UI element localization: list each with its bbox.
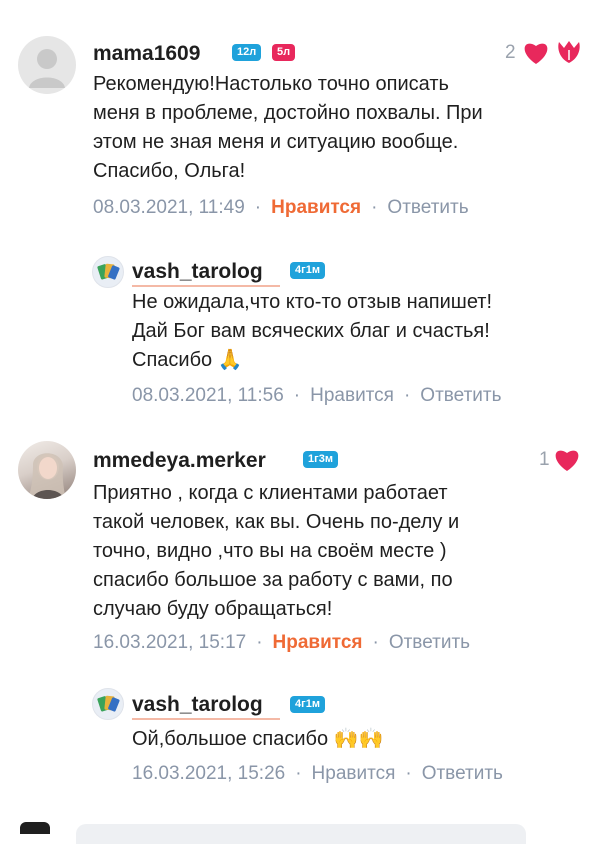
reply-button[interactable]: Ответить [422, 763, 503, 784]
reply-button[interactable]: Ответить [420, 385, 501, 406]
header-cutoff [230, 0, 370, 6]
separator-dot: · [256, 632, 263, 653]
separator-dot: · [372, 632, 379, 653]
separator-dot: · [405, 763, 412, 784]
separator-dot: · [254, 197, 262, 218]
experience-badge: 5л [272, 44, 296, 61]
reply-text: Не ожидала,что кто-то отзыв напишет! Дай… [132, 291, 493, 371]
experience-badge: 4г1м [290, 262, 325, 279]
comment-text: Приятно , когда с клиентами работает так… [93, 482, 460, 620]
reply-date: 08.03.2021, 11:56 [132, 385, 284, 406]
like-button[interactable]: Нравится [273, 632, 363, 653]
separator-dot: · [293, 385, 301, 406]
experience-badge: 12л [232, 44, 262, 61]
reply-username[interactable]: vash_tarolog [132, 693, 263, 717]
separator-dot: · [371, 197, 378, 218]
comment-text: Рекомендую!Настолько точно описать меня … [93, 73, 483, 182]
comment-input-field[interactable] [76, 824, 526, 844]
heart-icon[interactable] [522, 40, 550, 65]
comment-username[interactable]: mmedeya.merker [93, 449, 266, 473]
comment-date: 16.03.2021, 15:17 [93, 632, 247, 653]
like-button[interactable]: Нравится [310, 385, 394, 406]
avatar-tarolog[interactable] [92, 688, 124, 720]
reply-text: Ой,большое спасибо 🙌🙌 [132, 728, 384, 750]
username-underline [132, 285, 280, 287]
user-photo-icon [28, 453, 66, 499]
likes-count: 2 [505, 42, 516, 63]
reply-meta: 08.03.2021, 11:56 · Нравится · Ответить [132, 385, 502, 407]
experience-badge: 4г1м [290, 696, 325, 713]
avatar-default[interactable] [18, 36, 76, 94]
like-button[interactable]: Нравится [312, 763, 396, 784]
likes-count: 1 [539, 449, 550, 470]
avatar-tarolog[interactable] [92, 256, 124, 288]
reply-username[interactable]: vash_tarolog [132, 260, 263, 284]
like-button[interactable]: Нравится [271, 197, 361, 218]
comment-meta: 16.03.2021, 15:17 · Нравится · Ответить [93, 632, 470, 654]
avatar-photo[interactable] [18, 441, 76, 499]
tarot-cards-icon [97, 263, 120, 280]
comment-meta: 08.03.2021, 11:49 · Нравится · Ответить [93, 197, 469, 219]
reply-button[interactable]: Ответить [389, 632, 470, 653]
comment-username[interactable]: mama1609 [93, 42, 200, 66]
separator-dot: · [295, 763, 302, 784]
reply-button[interactable]: Ответить [387, 197, 468, 218]
current-user-avatar[interactable] [20, 822, 50, 834]
username-underline [132, 718, 280, 720]
tulip-icon[interactable] [556, 40, 582, 65]
comment-date: 08.03.2021, 11:49 [93, 197, 245, 218]
reply-date: 16.03.2021, 15:26 [132, 763, 286, 784]
heart-icon[interactable] [553, 447, 581, 472]
experience-badge: 1г3м [303, 451, 338, 468]
separator-dot: · [403, 385, 411, 406]
user-placeholder-icon [29, 49, 65, 88]
tarot-cards-icon [97, 695, 120, 712]
reply-meta: 16.03.2021, 15:26 · Нравится · Ответить [132, 763, 503, 785]
